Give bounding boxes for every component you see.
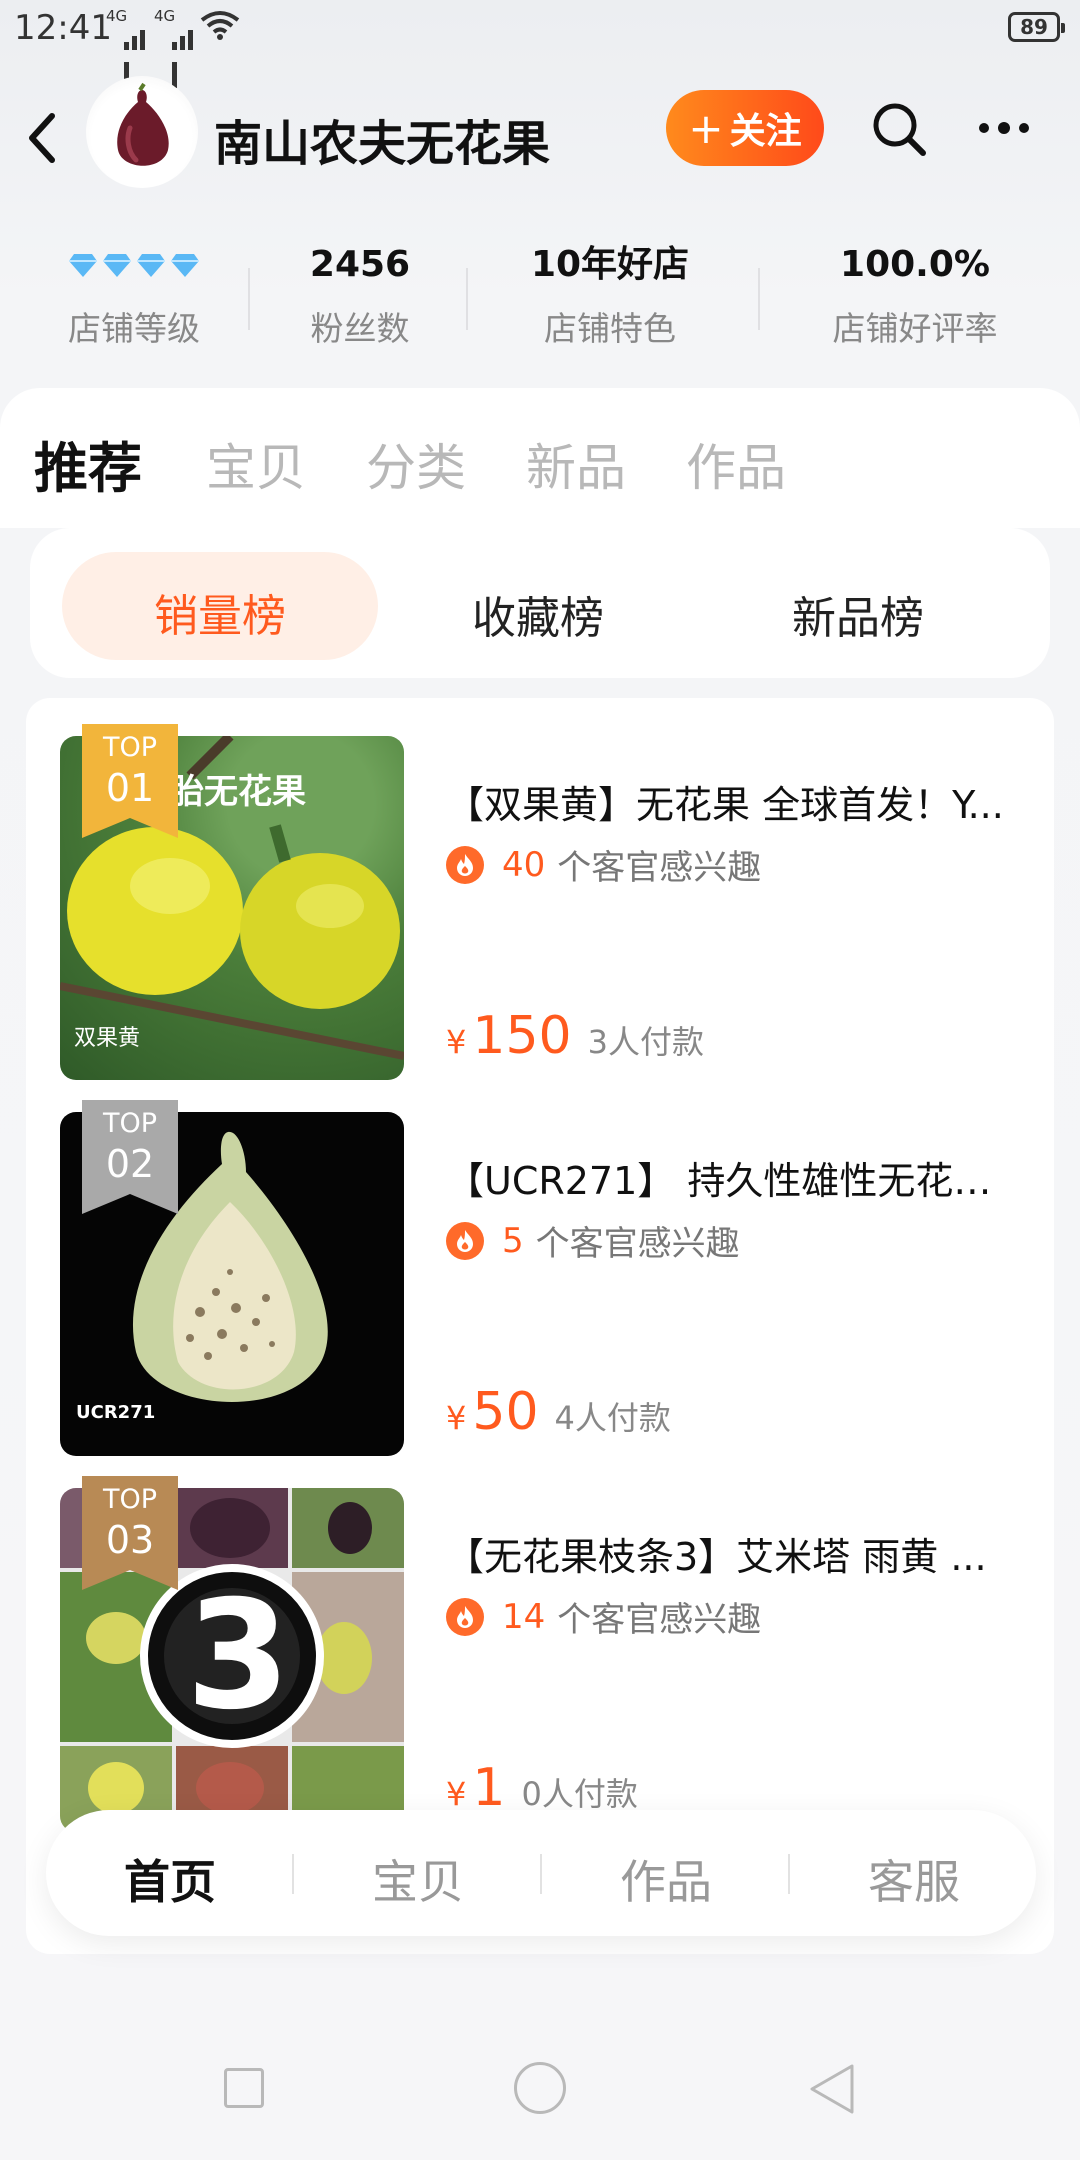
tab-new[interactable]: 新品 bbox=[526, 428, 626, 500]
back-nav-icon[interactable] bbox=[806, 2062, 858, 2116]
interest-count: 14 个客官感兴趣 bbox=[446, 1592, 761, 1641]
stat-label: 粉丝数 bbox=[310, 309, 410, 348]
stat-label: 店铺等级 bbox=[68, 309, 200, 348]
battery-indicator: 89 bbox=[1008, 12, 1065, 42]
stat-rating: 100.0% 店铺好评率 bbox=[800, 240, 1030, 350]
fire-icon bbox=[446, 1221, 484, 1260]
rank-tab-sales[interactable]: 销量榜 bbox=[154, 580, 286, 644]
back-icon[interactable] bbox=[22, 110, 62, 166]
stat-fans: 2456 粉丝数 bbox=[270, 240, 450, 350]
stat-label: 店铺特色 bbox=[544, 309, 676, 348]
tab-works[interactable]: 作品 bbox=[686, 428, 786, 500]
interest-count: 5 个客官感兴趣 bbox=[446, 1216, 740, 1265]
divider bbox=[758, 268, 760, 330]
follow-label: 关注 bbox=[729, 111, 802, 152]
shop-name: 南山农夫无花果 bbox=[214, 116, 551, 172]
cell-signal-icon-2: 4G bbox=[154, 7, 200, 88]
tab-category[interactable]: 分类 bbox=[366, 428, 466, 500]
home-icon[interactable] bbox=[514, 2062, 566, 2114]
diamond-icon bbox=[171, 254, 199, 277]
product-price: ¥ 50 4人付款 bbox=[446, 1382, 671, 1442]
image-overlay-text: 胎无花果 bbox=[170, 772, 306, 812]
diamond-rating bbox=[44, 240, 224, 290]
stat-label: 店铺好评率 bbox=[832, 309, 998, 348]
follow-button[interactable]: + 关注 bbox=[666, 90, 824, 166]
more-icon[interactable] bbox=[976, 118, 1032, 138]
rank-badge: TOP 02 bbox=[102, 1108, 158, 1186]
divider bbox=[466, 268, 468, 330]
product-item[interactable]: UCR271 TOP 02 【UCR271】 持久性雄性无花果... 5 个客官… bbox=[60, 1100, 1026, 1456]
status-time: 12:41 bbox=[14, 8, 112, 48]
rank-tab-new[interactable]: 新品榜 bbox=[792, 582, 924, 646]
product-price: ¥ 1 0人付款 bbox=[446, 1758, 638, 1818]
product-title[interactable]: 【UCR271】 持久性雄性无花果... bbox=[446, 1150, 1026, 1205]
tab-recommend[interactable]: 推荐 bbox=[34, 424, 142, 503]
nav-home[interactable]: 首页 bbox=[46, 1846, 294, 1912]
stat-value: 10年好店 bbox=[530, 244, 690, 285]
fire-icon bbox=[446, 845, 484, 884]
tab-items[interactable]: 宝贝 bbox=[206, 428, 306, 500]
nav-service[interactable]: 客服 bbox=[790, 1846, 1038, 1912]
cell-signal-icon: 4G bbox=[106, 7, 152, 88]
diamond-icon bbox=[69, 254, 97, 277]
stat-value: 2456 bbox=[309, 244, 411, 285]
plus-icon: + bbox=[688, 103, 724, 153]
nav-items[interactable]: 宝贝 bbox=[294, 1846, 542, 1912]
fig-icon bbox=[117, 82, 169, 166]
divider bbox=[248, 268, 250, 330]
shop-avatar[interactable] bbox=[86, 76, 198, 188]
status-bar: 12:41 4G 4G 89 bbox=[0, 0, 1080, 88]
recent-apps-icon[interactable] bbox=[224, 2068, 264, 2108]
product-title[interactable]: 【无花果枝条3】艾米塔 雨黄 ... bbox=[446, 1526, 1026, 1581]
interest-count: 40 个客官感兴趣 bbox=[446, 840, 761, 889]
product-price: ¥ 150 3人付款 bbox=[446, 1006, 704, 1066]
image-number: 3 bbox=[186, 1569, 291, 1743]
rank-badge: TOP 03 bbox=[102, 1484, 158, 1562]
rank-badge: TOP 01 bbox=[102, 732, 158, 810]
diamond-icon bbox=[137, 254, 165, 277]
nav-works[interactable]: 作品 bbox=[542, 1846, 790, 1912]
rank-tab-favorites[interactable]: 收藏榜 bbox=[472, 582, 604, 646]
image-caption: 双果黄 bbox=[74, 1026, 141, 1051]
diamond-icon bbox=[103, 254, 131, 277]
stat-feature: 10年好店 店铺特色 bbox=[500, 240, 720, 350]
wifi-icon bbox=[200, 11, 240, 40]
stat-value: 100.0% bbox=[840, 244, 990, 285]
product-title[interactable]: 【双果黄】无花果 全球首发！Y... bbox=[446, 774, 1026, 829]
image-caption: UCR271 bbox=[76, 1402, 156, 1423]
search-icon[interactable] bbox=[870, 100, 928, 158]
fire-icon bbox=[446, 1597, 484, 1636]
product-item[interactable]: 胎无花果 双果黄 TOP 01 【双果黄】无花果 全球首发！Y... 40 个客… bbox=[60, 724, 1020, 1080]
stat-shop-level: 店铺等级 bbox=[44, 240, 224, 350]
product-item[interactable]: 3 TOP 03 【无花果枝条3】艾米塔 雨黄 ... 14 个客官感兴趣 ¥ … bbox=[60, 1476, 1020, 1832]
